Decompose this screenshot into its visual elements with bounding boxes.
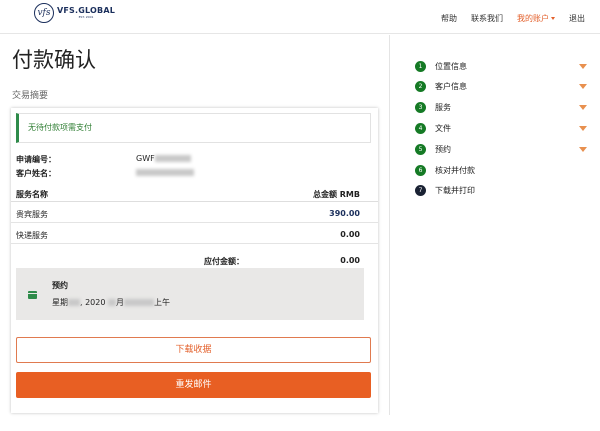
appointment-weekday-prefix: 星期 xyxy=(52,298,68,307)
appointment-title: 预约 xyxy=(52,281,68,290)
appointment-panel: 预约 星期, 2020 月上午 xyxy=(16,268,364,320)
transaction-summary-card: 无待付款项需支付 申请编号： GWF 客户姓名： 服务名称 总金额 RMB 贵宾… xyxy=(11,108,378,413)
page-title: 付款确认 xyxy=(12,48,96,72)
step-number-badge: 5 xyxy=(415,144,426,155)
customer-name-value xyxy=(136,168,194,177)
service-name: 快递服务 xyxy=(16,231,48,240)
customer-name-label: 客户姓名： xyxy=(16,169,56,178)
appointment-datetime: 星期, 2020 月上午 xyxy=(52,298,170,307)
application-number-value: GWF xyxy=(136,154,191,163)
step-number-badge: 1 xyxy=(415,61,426,72)
step-label: 下载并打印 xyxy=(435,186,475,195)
step-customer-info[interactable]: 2 客户信息 xyxy=(415,80,590,94)
appointment-month-suffix: 月 xyxy=(116,298,124,307)
step-label: 核对并付款 xyxy=(435,166,475,175)
caret-down-icon[interactable] xyxy=(579,147,587,152)
resend-email-button[interactable]: 重发邮件 xyxy=(16,372,371,398)
nav-my-account-menu[interactable]: 我的账户 xyxy=(517,13,555,24)
step-review-and-pay[interactable]: 6 核对并付款 xyxy=(415,164,590,178)
redacted-day-time xyxy=(124,299,154,306)
services-table-header: 服务名称 总金额 RMB xyxy=(11,183,378,202)
payable-amount-label: 应付金额： xyxy=(204,257,244,266)
download-receipt-button[interactable]: 下载收据 xyxy=(16,337,371,363)
vfs-global-logo[interactable]: vfs VFS.GLOBAL EST. 2001 xyxy=(34,3,115,23)
redacted-weekday xyxy=(68,299,80,306)
caret-down-icon[interactable] xyxy=(579,64,587,69)
step-label: 预约 xyxy=(435,145,451,154)
no-payment-notice: 无待付款项需支付 xyxy=(16,113,371,143)
step-number-badge: 3 xyxy=(415,102,426,113)
step-number-badge: 6 xyxy=(415,165,426,176)
application-number-prefix: GWF xyxy=(136,154,155,163)
application-number-label: 申请编号： xyxy=(16,155,56,164)
caret-down-icon[interactable] xyxy=(579,126,587,131)
step-download-and-print[interactable]: 7 下载并打印 xyxy=(415,184,590,198)
step-number-badge: 2 xyxy=(415,81,426,92)
logo-tagline: EST. 2001 xyxy=(78,15,94,19)
step-label: 客户信息 xyxy=(435,82,467,91)
section-label-transaction-summary: 交易摘要 xyxy=(12,91,49,101)
vfs-logo-mark: vfs xyxy=(34,3,54,23)
service-name: 贵宾服务 xyxy=(16,210,48,219)
appointment-year: 2020 xyxy=(85,298,106,307)
step-label: 服务 xyxy=(435,103,451,112)
step-label: 文件 xyxy=(435,124,451,133)
step-appointment[interactable]: 5 预约 xyxy=(415,143,590,157)
table-row: 快递服务 0.00 xyxy=(11,224,378,244)
step-documents[interactable]: 4 文件 xyxy=(415,122,590,136)
column-total-amount: 总金额 RMB xyxy=(312,190,360,199)
redacted-customer-name xyxy=(136,169,194,176)
logo-name: VFS.GLOBAL xyxy=(57,6,116,15)
service-amount: 0.00 xyxy=(340,230,360,239)
caret-down-icon xyxy=(551,17,555,20)
column-service-name: 服务名称 xyxy=(16,190,48,199)
appointment-period: 上午 xyxy=(154,298,170,307)
service-amount: 390.00 xyxy=(329,209,360,218)
caret-down-icon[interactable] xyxy=(579,105,587,110)
step-services[interactable]: 3 服务 xyxy=(415,101,590,115)
step-label: 位置信息 xyxy=(435,62,467,71)
caret-down-icon[interactable] xyxy=(579,84,587,89)
table-row: 贵宾服务 390.00 xyxy=(11,203,378,223)
payable-amount-value: 0.00 xyxy=(340,256,360,265)
step-number-badge-current: 7 xyxy=(415,185,426,196)
calendar-icon xyxy=(28,291,37,299)
nav-logout-link[interactable]: 退出 xyxy=(569,13,585,24)
top-navigation-bar: vfs VFS.GLOBAL EST. 2001 帮助 联系我们 我的账户 退出 xyxy=(0,0,600,34)
redacted-application-number xyxy=(154,155,191,162)
redacted-month xyxy=(108,299,116,306)
step-location-info[interactable]: 1 位置信息 xyxy=(415,60,590,74)
step-number-badge: 4 xyxy=(415,123,426,134)
nav-contact-link[interactable]: 联系我们 xyxy=(471,13,503,24)
column-divider xyxy=(389,35,390,415)
main-nav: 帮助 联系我们 我的账户 退出 xyxy=(427,13,585,24)
nav-help-link[interactable]: 帮助 xyxy=(441,13,457,24)
nav-my-account-label: 我的账户 xyxy=(517,14,549,23)
